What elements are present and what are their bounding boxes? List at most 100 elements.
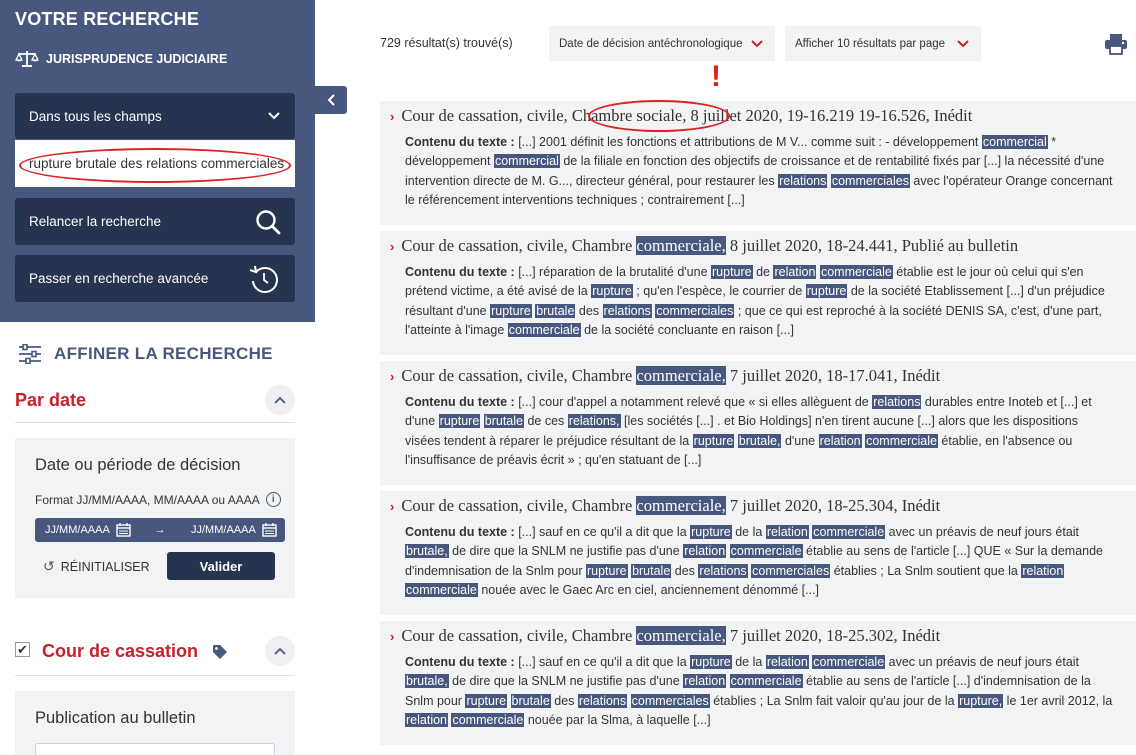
search-input[interactable] — [20, 148, 290, 179]
undo-icon: ↺ — [43, 558, 55, 574]
court-section-heading: Cour de cassation — [42, 641, 228, 662]
highlighted-term: commerciale — [729, 544, 803, 559]
date-filter-box: Date ou période de décision Format JJ/MM… — [15, 438, 295, 598]
highlighted-term: relation — [765, 525, 809, 539]
result-title-link[interactable]: › Cour de cassation, civile, Chambre comm… — [390, 366, 940, 386]
scales-icon — [15, 51, 39, 67]
chevron-right-icon: › — [390, 369, 395, 384]
chevron-up-icon — [274, 647, 286, 655]
chevron-down-icon — [957, 39, 969, 47]
date-from-field[interactable]: JJ/MM/AAAA — [35, 523, 139, 537]
advanced-label: Passer en recherche avancée — [29, 271, 209, 286]
highlighted-term: commercial — [493, 154, 560, 169]
validate-date-button[interactable]: Valider — [167, 552, 275, 580]
highlighted-term: rupture — [692, 433, 735, 448]
date-format-hint: Format JJ/MM/AAAA, MM/AAAA ou AAAA i — [35, 492, 281, 507]
sort-value: Date de décision antéchronologique — [559, 37, 743, 50]
highlighted-term: brutale — [535, 303, 576, 318]
highlighted-term: relation — [683, 674, 727, 689]
highlighted-term: commerciales — [751, 563, 831, 578]
chevron-right-icon: › — [390, 239, 395, 254]
date-format-text: Format JJ/MM/AAAA, MM/AAAA ou AAAA — [35, 492, 260, 507]
highlighted-term: relation — [765, 655, 809, 669]
highlighted-term: commercial — [981, 135, 1048, 149]
calendar-icon — [262, 523, 277, 537]
date-from-placeholder: JJ/MM/AAAA — [45, 524, 110, 536]
result-item: › Cour de cassation, civile, Chambre comm… — [380, 621, 1136, 745]
info-icon[interactable]: i — [265, 492, 281, 507]
result-excerpt: Contenu du texte : [...] 2001 définit le… — [405, 133, 1113, 210]
chevron-up-icon — [274, 396, 286, 404]
excerpt-label: Contenu du texte : — [405, 135, 519, 149]
publication-select[interactable] — [35, 743, 275, 755]
chevron-down-icon — [751, 39, 763, 47]
result-title-link[interactable]: › Cour de cassation, civile, Chambre comm… — [390, 236, 1018, 256]
chevron-right-icon: › — [390, 499, 395, 514]
result-title-suffix: 7 juillet 2020, 18-25.304, Inédit — [725, 496, 941, 515]
calendar-icon — [116, 523, 131, 537]
highlighted-term: brutale — [631, 563, 672, 578]
excerpt-label: Contenu du texte : — [405, 265, 519, 279]
highlighted-term: relation — [773, 265, 817, 279]
result-title-chamber: commerciale, — [636, 236, 726, 255]
highlighted-term: rupture — [465, 693, 508, 708]
publication-filter-box: Publication au bulletin — [15, 691, 295, 755]
advanced-search-button[interactable]: Passer en recherche avancée — [15, 255, 295, 302]
per-page-dropdown[interactable]: Afficher 10 résultats par page — [785, 26, 981, 61]
highlighted-term: commerciale — [865, 433, 938, 448]
highlighted-term: relations — [577, 693, 628, 708]
highlighted-term: relation — [1021, 563, 1065, 578]
date-range: JJ/MM/AAAA → JJ/MM/AAAA — [35, 518, 285, 542]
relaunch-search-button[interactable]: Relancer la recherche — [15, 198, 295, 245]
result-title-suffix: 7 juillet 2020, 18-17.041, Inédit — [725, 366, 941, 385]
highlighted-term: commerciales — [630, 693, 710, 708]
chevron-left-icon — [327, 94, 335, 106]
highlighted-term: rupture — [585, 563, 628, 578]
highlighted-term: relations — [602, 303, 652, 318]
reset-date-link[interactable]: ↺ RÉINITIALISER — [43, 558, 150, 575]
date-section-toggle[interactable] — [265, 385, 295, 415]
results-count: 729 résultat(s) trouvé(s) — [380, 36, 513, 50]
highlighted-term: commerciales — [655, 303, 735, 318]
date-to-field[interactable]: JJ/MM/AAAA — [181, 523, 285, 537]
highlighted-term: commerciales — [830, 173, 910, 188]
field-select-value: Dans tous les champs — [29, 108, 162, 124]
court-heading-text: Cour de cassation — [42, 641, 199, 661]
date-to-placeholder: JJ/MM/AAAA — [191, 524, 256, 536]
highlighted-term: rupture — [591, 284, 633, 299]
highlighted-term: rupture — [805, 284, 848, 299]
result-title-link[interactable]: › Cour de cassation, civile, Chambre comm… — [390, 626, 940, 646]
highlighted-term: brutale, — [737, 433, 782, 448]
highlighted-term: rupture — [490, 303, 532, 318]
highlighted-term: rupture — [690, 655, 732, 669]
result-title-chamber: commerciale, — [636, 626, 726, 645]
refresh-icon — [249, 265, 278, 293]
result-title-link[interactable]: › Cour de cassation, civile, Chambre comm… — [390, 496, 940, 516]
court-section-toggle[interactable] — [265, 636, 295, 666]
result-excerpt: Contenu du texte : [...] cour d'appel a … — [405, 393, 1113, 470]
result-title-suffix: 7 juillet 2020, 18-25.302, Inédit — [725, 626, 941, 645]
collapse-sidebar-button[interactable] — [315, 86, 347, 114]
refine-title: AFFINER LA RECHERCHE — [18, 344, 273, 364]
highlighted-term: rupture, — [958, 693, 1004, 708]
tag-icon — [213, 644, 228, 659]
result-title-suffix: 8 juillet 2020, 19-16.219 19-16.526, Iné… — [686, 106, 973, 125]
field-select[interactable]: Dans tous les champs — [15, 93, 295, 139]
highlighted-term: commerciale — [507, 322, 581, 337]
highlighted-term: rupture — [438, 414, 481, 429]
highlighted-term: relations — [778, 173, 828, 188]
cassation-checkbox[interactable]: ✔ — [15, 642, 30, 657]
print-button[interactable] — [1104, 33, 1128, 60]
highlighted-term: relations — [872, 395, 922, 409]
result-title-chamber: commerciale, — [636, 366, 726, 385]
result-title-link[interactable]: › Cour de cassation, civile, Chambre soci… — [390, 106, 972, 126]
sort-dropdown[interactable]: Date de décision antéchronologique — [549, 26, 775, 61]
highlighted-term: rupture — [690, 525, 732, 539]
chevron-right-icon: › — [390, 629, 395, 644]
refine-title-text: AFFINER LA RECHERCHE — [54, 344, 273, 363]
highlighted-term: relation — [683, 544, 727, 559]
highlighted-term: commerciale — [729, 674, 803, 689]
divider — [15, 422, 295, 423]
highlighted-term: commerciale — [812, 525, 886, 539]
highlighted-term: relation — [818, 433, 862, 448]
